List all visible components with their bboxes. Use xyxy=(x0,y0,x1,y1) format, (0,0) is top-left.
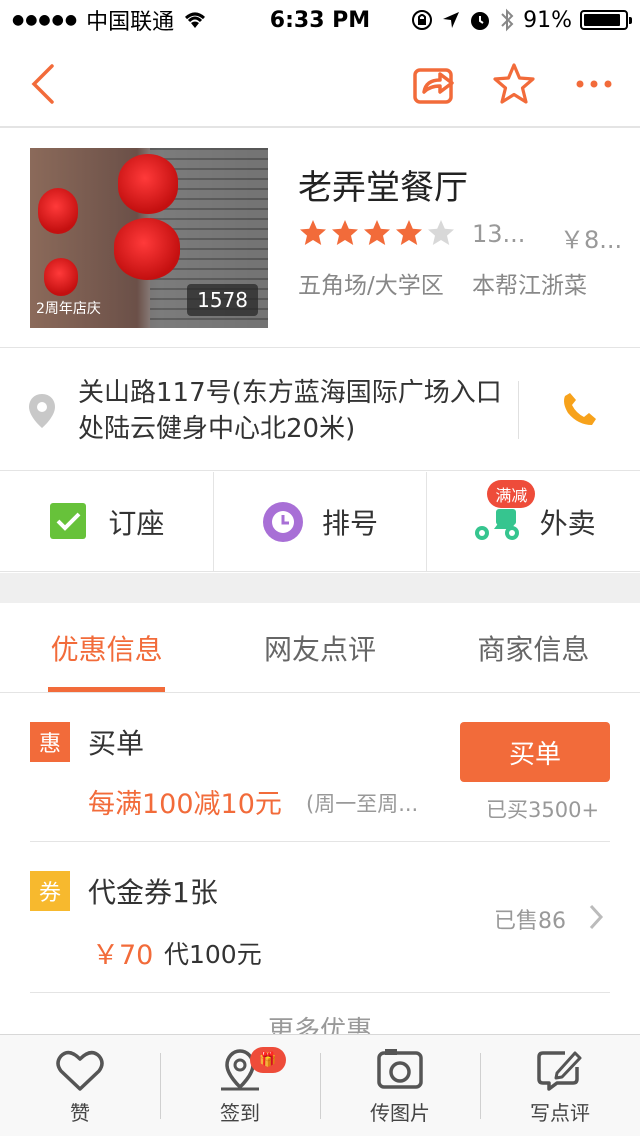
review-count: 13... xyxy=(472,220,526,248)
actions-row: 订座 排号 满减 外卖 xyxy=(0,472,640,572)
checkin-label: 签到 xyxy=(220,1101,260,1125)
action-reserve-label: 订座 xyxy=(108,506,165,540)
deal-tag-hui: 惠 xyxy=(30,722,70,762)
wifi-icon xyxy=(185,12,206,28)
deal-maidan-note: (周一至周... xyxy=(306,792,419,816)
restaurant-photo[interactable]: 2周年店庆 1578 xyxy=(30,148,268,328)
photo-caption: 2周年店庆 xyxy=(36,301,101,317)
upload-photo-button[interactable]: 传图片 xyxy=(320,1035,480,1136)
star-filled-icon xyxy=(364,220,390,245)
tab-reviews[interactable]: 网友点评 xyxy=(213,603,426,692)
tab-bar: 优惠信息 网友点评 商家信息 xyxy=(0,603,640,693)
deal-maidan-offer: 每满100减10元 xyxy=(88,789,282,820)
checkin-button[interactable]: 🎁 签到 xyxy=(160,1035,320,1136)
action-delivery-label: 外卖 xyxy=(539,506,596,540)
promo-badge: 满减 xyxy=(487,480,536,508)
price-per-person: ￥8... xyxy=(560,226,623,254)
queue-clock-icon xyxy=(263,501,303,542)
share-button[interactable] xyxy=(412,62,456,106)
battery-percent: 91% xyxy=(523,7,572,33)
star-empty-icon xyxy=(428,220,454,245)
status-right: 91% xyxy=(411,7,632,33)
phone-call-button[interactable] xyxy=(562,391,598,427)
status-bar: ●●●●● 中国联通 6:33 PM 91% xyxy=(0,0,640,40)
section-gap xyxy=(0,573,640,603)
bluetooth-icon xyxy=(501,8,514,32)
deal-maidan[interactable]: 惠 买单 每满100减10元 (周一至周... 买单 已买3500+ xyxy=(0,694,640,842)
rating-stars xyxy=(298,218,456,248)
photo-count-badge: 1578 xyxy=(187,284,258,316)
status-left: ●●●●● 中国联通 xyxy=(12,4,208,36)
write-review-button[interactable]: 写点评 xyxy=(480,1035,640,1136)
deal-maidan-title: 买单 xyxy=(88,727,145,760)
deal-divider xyxy=(30,992,610,993)
tab-deals[interactable]: 优惠信息 xyxy=(0,603,213,692)
location-arrow-icon xyxy=(443,12,460,28)
rotation-lock-icon xyxy=(412,10,433,30)
bought-count: 已买3500+ xyxy=(486,798,600,822)
deal-tag-quan: 券 xyxy=(30,871,70,911)
upload-photo-label: 传图片 xyxy=(370,1101,430,1125)
address-row[interactable]: 关山路117号(东方蓝海国际广场入口处陆云健身中心北20米) xyxy=(0,349,640,471)
deal-voucher-title: 代金券1张 xyxy=(88,876,218,909)
camera-upload-icon xyxy=(377,1049,423,1089)
star-filled-icon xyxy=(332,220,358,245)
nav-bar xyxy=(0,40,640,128)
action-reserve[interactable]: 订座 xyxy=(0,472,214,571)
signal-dots-icon: ●●●●● xyxy=(12,12,79,28)
carrier-label: 中国联通 xyxy=(86,10,175,35)
voucher-price: ￥70 xyxy=(92,940,154,971)
address-divider xyxy=(518,381,519,439)
deal-divider xyxy=(30,841,610,842)
favorite-star-button[interactable] xyxy=(492,62,536,106)
action-queue-label: 排号 xyxy=(322,506,379,540)
action-queue[interactable]: 排号 xyxy=(214,472,428,571)
voucher-face-value: 代100元 xyxy=(164,940,262,969)
write-review-label: 写点评 xyxy=(530,1101,590,1125)
star-filled-icon xyxy=(396,220,422,245)
cuisine-label: 本帮江浙菜 xyxy=(472,273,587,299)
restaurant-name: 老弄堂餐厅 xyxy=(298,168,468,208)
write-review-icon xyxy=(537,1051,582,1091)
more-button[interactable] xyxy=(574,62,614,106)
voucher-sold-count: 已售86 xyxy=(494,909,566,934)
location-pin-icon xyxy=(29,394,55,428)
battery-level xyxy=(584,14,621,26)
chevron-right-icon xyxy=(589,904,604,930)
buy-button[interactable]: 买单 xyxy=(460,722,610,782)
like-button[interactable]: 赞 xyxy=(0,1035,160,1136)
back-button[interactable] xyxy=(26,62,62,106)
district-label: 五角场/大学区 xyxy=(298,273,444,299)
restaurant-header: 2周年店庆 1578 老弄堂餐厅 13... ￥8... 五角场/大学区 本帮江… xyxy=(0,130,640,348)
bottom-bar: 赞 🎁 签到 传图片 写点评 xyxy=(0,1034,640,1136)
star-filled-icon xyxy=(300,220,326,245)
gift-icon: 🎁 xyxy=(250,1047,286,1073)
reserve-check-icon xyxy=(50,502,87,539)
battery-icon xyxy=(580,10,632,30)
like-label: 赞 xyxy=(70,1101,90,1125)
address-text: 关山路117号(东方蓝海国际广场入口处陆云健身中心北20米) xyxy=(78,378,502,444)
alarm-icon xyxy=(471,12,490,30)
action-delivery[interactable]: 满减 外卖 xyxy=(427,472,640,571)
deal-voucher[interactable]: 券 代金券1张 ￥70 代100元 已售86 xyxy=(0,843,640,993)
tab-merchant-info[interactable]: 商家信息 xyxy=(427,603,640,692)
heart-icon xyxy=(56,1050,104,1091)
